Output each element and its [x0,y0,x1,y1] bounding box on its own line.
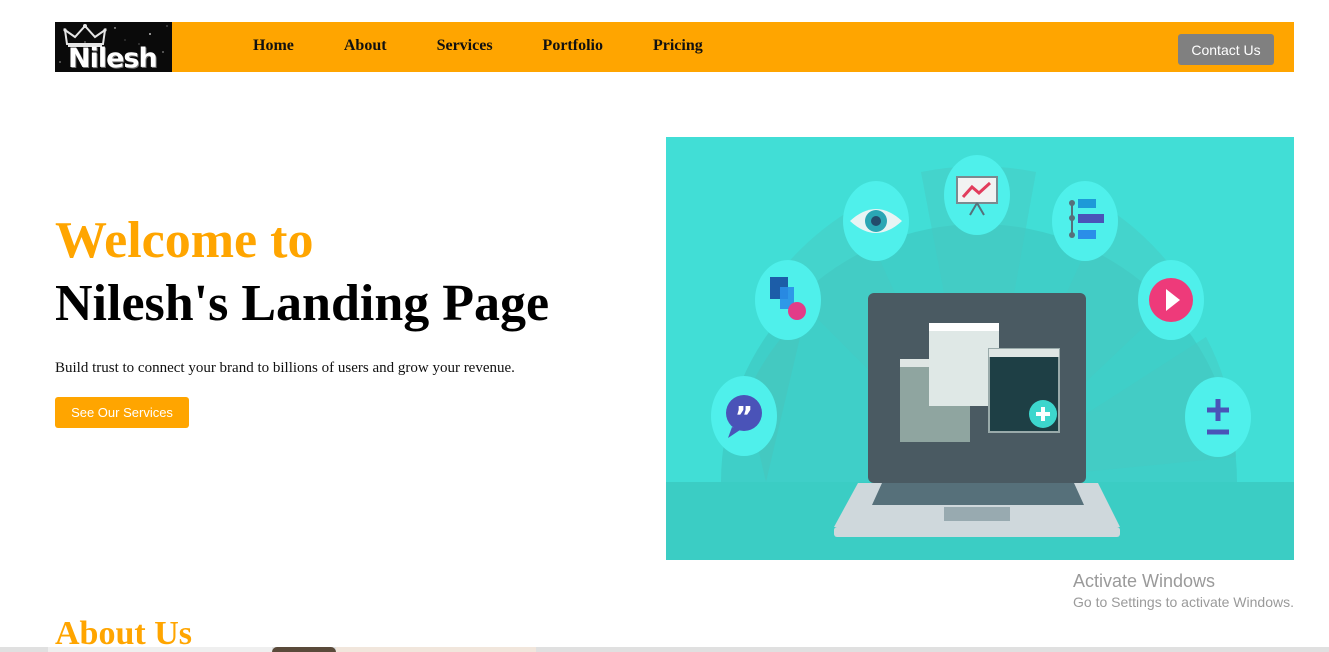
activate-windows-watermark: Activate Windows Go to Settings to activ… [1073,570,1294,612]
hero-title: Nilesh's Landing Page [55,275,550,332]
navbar: Nilesh Home About Services Portfolio Pri… [55,22,1294,72]
hierarchy-icon [1052,181,1118,261]
presentation-chart-icon [944,155,1010,235]
logo[interactable]: Nilesh [55,22,172,72]
hero-welcome-text: Welcome to [55,212,314,269]
eye-icon [843,181,909,261]
hero-illustration: ” [666,137,1294,560]
layers-icon [755,260,821,340]
play-icon [1138,260,1204,340]
nav-item-portfolio[interactable]: Portfolio [543,21,603,71]
svg-text:”: ” [735,400,753,433]
contact-us-button[interactable]: Contact Us [1178,34,1274,65]
nav-item-home[interactable]: Home [253,21,294,71]
nav-links: Home About Services Portfolio Pricing [253,22,753,72]
hero-description: Build trust to connect your brand to bil… [55,360,515,376]
plus-minus-icon [1185,377,1251,457]
hero-illustration-svg: ” [666,155,1294,560]
see-our-services-button[interactable]: See Our Services [55,397,189,428]
about-image [48,647,272,652]
about-image [272,647,336,652]
landing-page: Nilesh Home About Services Portfolio Pri… [0,0,1329,652]
about-image [336,647,536,652]
watermark-subtitle: Go to Settings to activate Windows. [1073,594,1294,610]
about-images-strip [0,647,1329,652]
nav-item-about[interactable]: About [344,21,387,71]
nav-item-pricing[interactable]: Pricing [653,21,703,71]
quote-icon: ” [711,376,777,456]
watermark-title: Activate Windows [1073,571,1216,591]
logo-text: Nilesh [68,43,158,73]
nav-item-services[interactable]: Services [437,21,493,71]
